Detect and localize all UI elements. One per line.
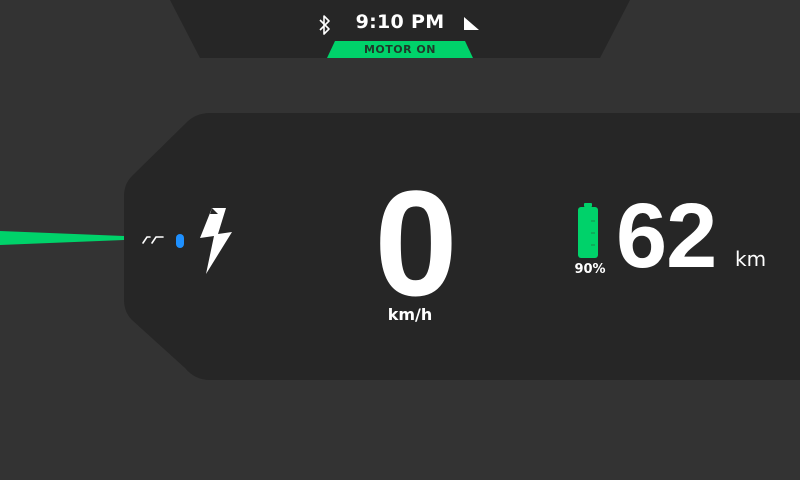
ride-mode-icon	[142, 236, 164, 244]
speed-value: 0	[374, 159, 457, 327]
ride-mode-indicator	[176, 234, 184, 248]
power-gauge-line	[0, 231, 124, 245]
lightning-bolt-icon	[200, 208, 232, 274]
speed-unit: km/h	[387, 305, 433, 324]
battery-percentage: 90%	[574, 262, 606, 277]
range-value: 62	[616, 185, 717, 287]
range-unit: km	[735, 247, 767, 271]
battery-icon	[578, 203, 598, 258]
